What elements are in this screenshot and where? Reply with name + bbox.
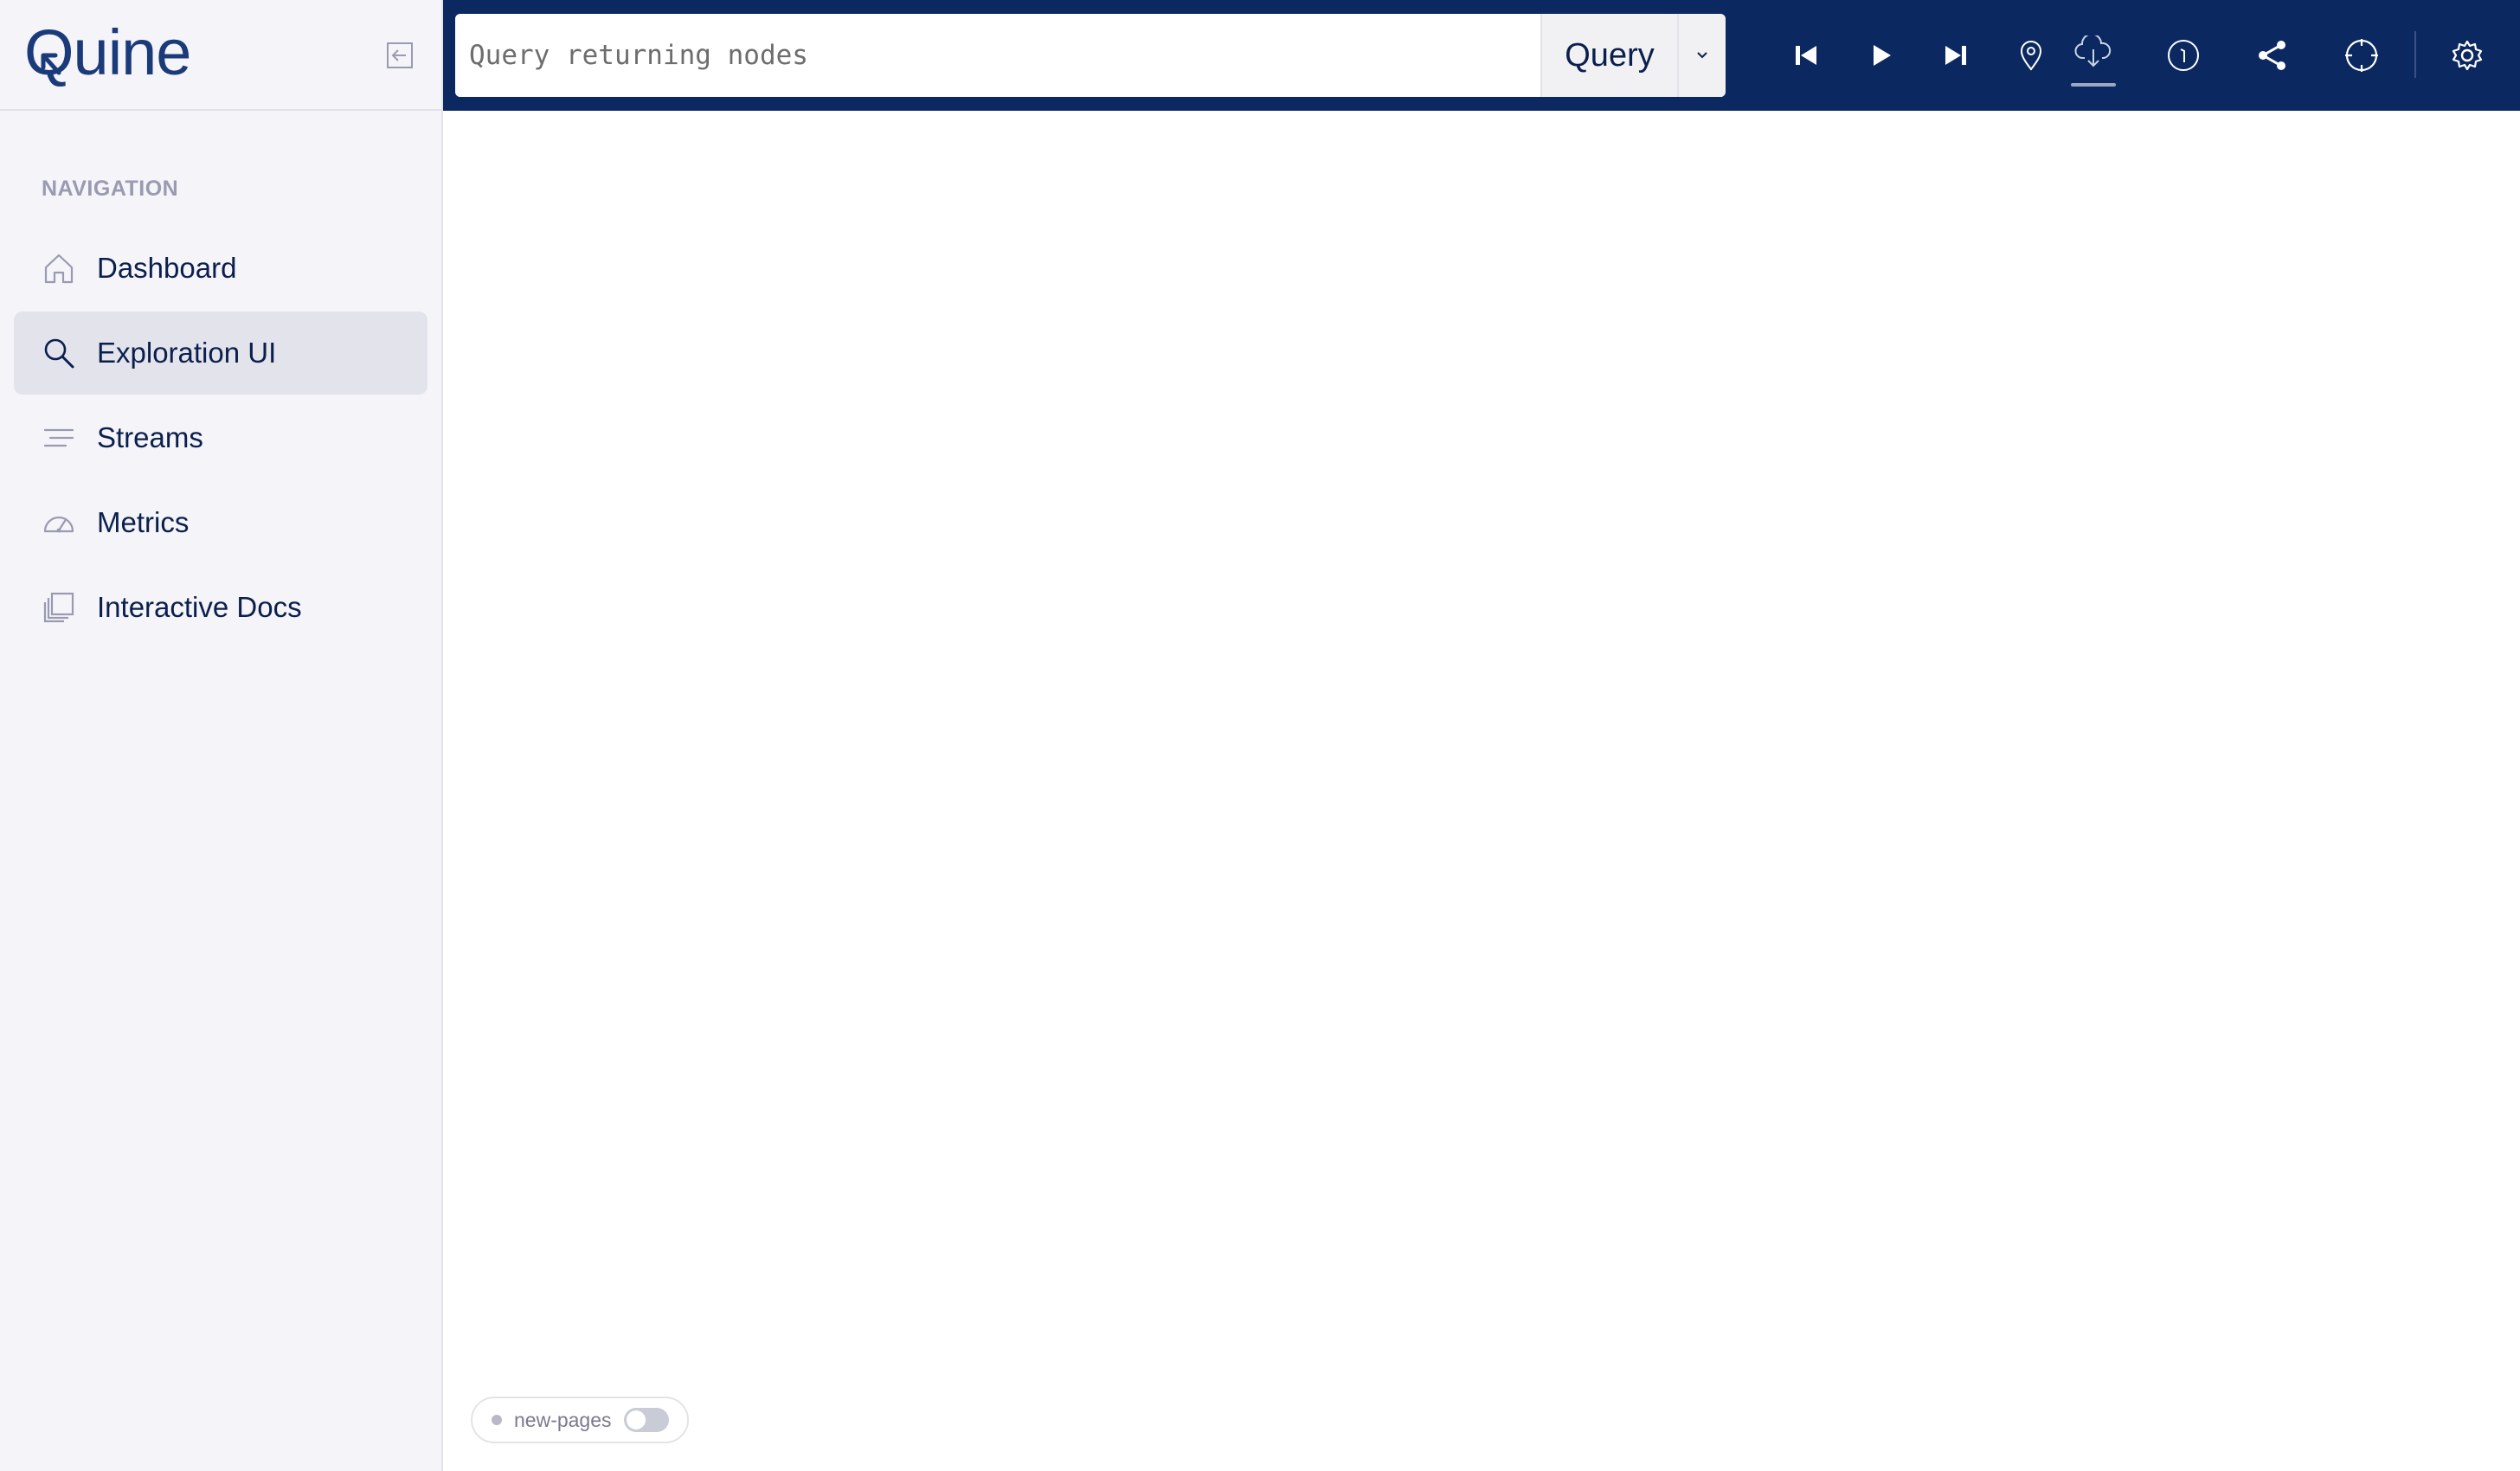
feature-flag-pill: new-pages — [471, 1397, 689, 1443]
recenter-button[interactable] — [2336, 29, 2388, 81]
skip-forward-icon — [1945, 46, 1966, 65]
feature-flag-label: new-pages — [514, 1408, 612, 1431]
sidebar-item-label: Exploration UI — [97, 337, 277, 369]
cloud-download-icon — [2074, 35, 2112, 67]
status-dot — [492, 1415, 502, 1425]
settings-icon — [2452, 40, 2483, 71]
share-button[interactable] — [2247, 29, 2298, 81]
location-button[interactable] — [2005, 29, 2057, 81]
home-icon — [40, 249, 78, 287]
query-options-dropdown[interactable] — [1677, 14, 1726, 97]
sidebar-item-exploration-ui[interactable]: Exploration UI — [14, 312, 428, 395]
collapse-icon — [387, 42, 413, 68]
download-button[interactable] — [2067, 26, 2119, 78]
top-toolbar: Query — [443, 0, 2520, 111]
settings-button[interactable] — [2441, 29, 2493, 81]
nav-list: Dashboard Exploration UI Streams Metrics… — [14, 227, 428, 651]
chevron-down-icon — [1697, 52, 1707, 61]
sidebar-item-label: Interactive Docs — [97, 591, 302, 623]
sidebar-item-streams[interactable]: Streams — [14, 396, 428, 479]
sidebar: Quine NAVIGATION Dashboard Exploration U… — [0, 0, 443, 1471]
sidebar-item-interactive-docs[interactable]: Interactive Docs — [14, 566, 428, 649]
sidebar-item-label: Streams — [97, 421, 203, 453]
brand-header: Quine — [0, 0, 441, 111]
quine-logo[interactable]: Quine — [24, 22, 232, 87]
skip-back-icon — [1796, 46, 1816, 65]
share-icon — [2259, 41, 2285, 70]
play-icon — [1874, 45, 1891, 66]
sidebar-item-label: Dashboard — [97, 252, 237, 284]
query-bar: Query — [455, 14, 1726, 97]
query-input[interactable] — [455, 14, 1540, 97]
query-button[interactable]: Query — [1540, 14, 1677, 97]
info-icon — [2168, 40, 2199, 71]
skip-back-button[interactable] — [1780, 29, 1832, 81]
sidebar-item-label: Metrics — [97, 506, 190, 538]
play-button[interactable] — [1855, 29, 1906, 81]
sidebar-item-dashboard[interactable]: Dashboard — [14, 227, 428, 310]
new-pages-toggle[interactable] — [623, 1408, 669, 1432]
crosshair-icon — [2345, 39, 2378, 72]
toggle-knob — [626, 1410, 646, 1429]
sidebar-item-metrics[interactable]: Metrics — [14, 481, 428, 564]
info-button[interactable] — [2157, 29, 2209, 81]
exploration-canvas[interactable] — [445, 111, 2520, 1471]
collapse-sidebar-button[interactable] — [382, 38, 417, 73]
docs-icon — [40, 588, 78, 626]
location-pin-icon — [2020, 41, 2042, 71]
toolbar-divider — [2414, 31, 2416, 78]
search-icon — [40, 334, 78, 372]
download-active-indicator — [2071, 83, 2116, 87]
nav-heading: NAVIGATION — [42, 177, 179, 201]
skip-forward-button[interactable] — [1930, 29, 1982, 81]
streams-icon — [40, 419, 78, 457]
gauge-icon — [40, 504, 78, 542]
